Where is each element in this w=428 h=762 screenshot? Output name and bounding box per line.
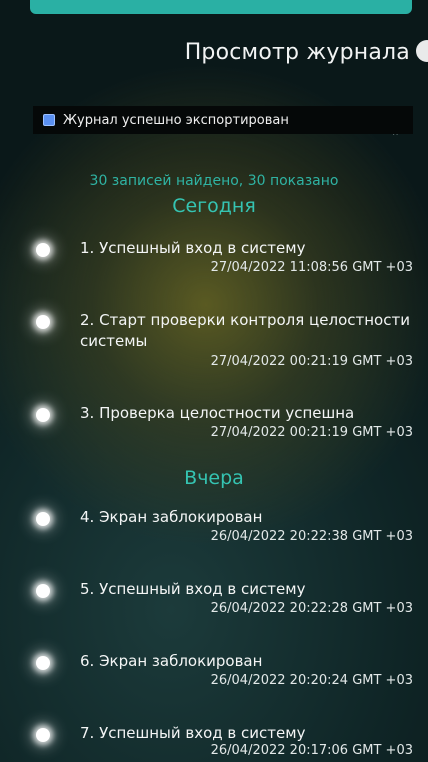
log-entry-timestamp: 26/04/2022 20:17:06 GMT +03 [210, 743, 413, 758]
toast-message: Журнал успешно экспортирован [63, 112, 289, 128]
log-entry-title: 4. Экран заблокирован [80, 508, 263, 526]
bullet-icon [36, 728, 50, 742]
log-entry-timestamp: 27/04/2022 00:21:19 GMT +03 [210, 354, 413, 369]
top-button-edge[interactable] [30, 0, 412, 14]
document-icon [43, 114, 55, 126]
records-summary: 30 записей найдено, 30 показано [89, 173, 339, 189]
log-entry-title: 5. Успешный вход в систему [80, 580, 306, 598]
bullet-icon [36, 656, 50, 670]
log-entry-timestamp: 26/04/2022 20:22:38 GMT +03 [210, 529, 413, 544]
log-entry-timestamp: 27/04/2022 00:21:19 GMT +03 [210, 425, 413, 440]
log-entry-timestamp: 26/04/2022 20:22:28 GMT +03 [210, 601, 413, 616]
bullet-icon [36, 315, 50, 329]
section-header-yesterday: Вчера [184, 467, 244, 489]
log-entry-title: 3. Проверка целостности успешна [80, 404, 355, 422]
log-entry-timestamp: 26/04/2022 20:20:24 GMT +03 [210, 673, 413, 688]
filter-field-partial[interactable]: ⌃ [50, 134, 400, 144]
bullet-icon [36, 584, 50, 598]
bullet-icon [36, 243, 50, 257]
menu-dot-icon[interactable] [416, 40, 428, 62]
log-entry-title: 1. Успешный вход в систему [80, 239, 306, 257]
section-header-today: Сегодня [172, 195, 256, 217]
page-title: Просмотр журнала [184, 40, 410, 65]
log-entry-timestamp: 27/04/2022 11:08:56 GMT +03 [210, 260, 413, 275]
bullet-icon [36, 512, 50, 526]
chevron-down-icon[interactable]: ⌃ [391, 134, 400, 143]
bullet-icon [36, 408, 50, 422]
log-entry-title: 7. Успешный вход в систему [80, 724, 306, 742]
log-entry-title: 2. Старт проверки контроля целостности с… [80, 311, 410, 350]
export-success-toast: Журнал успешно экспортирован [33, 106, 413, 134]
log-entry-title: 6. Экран заблокирован [80, 652, 263, 670]
